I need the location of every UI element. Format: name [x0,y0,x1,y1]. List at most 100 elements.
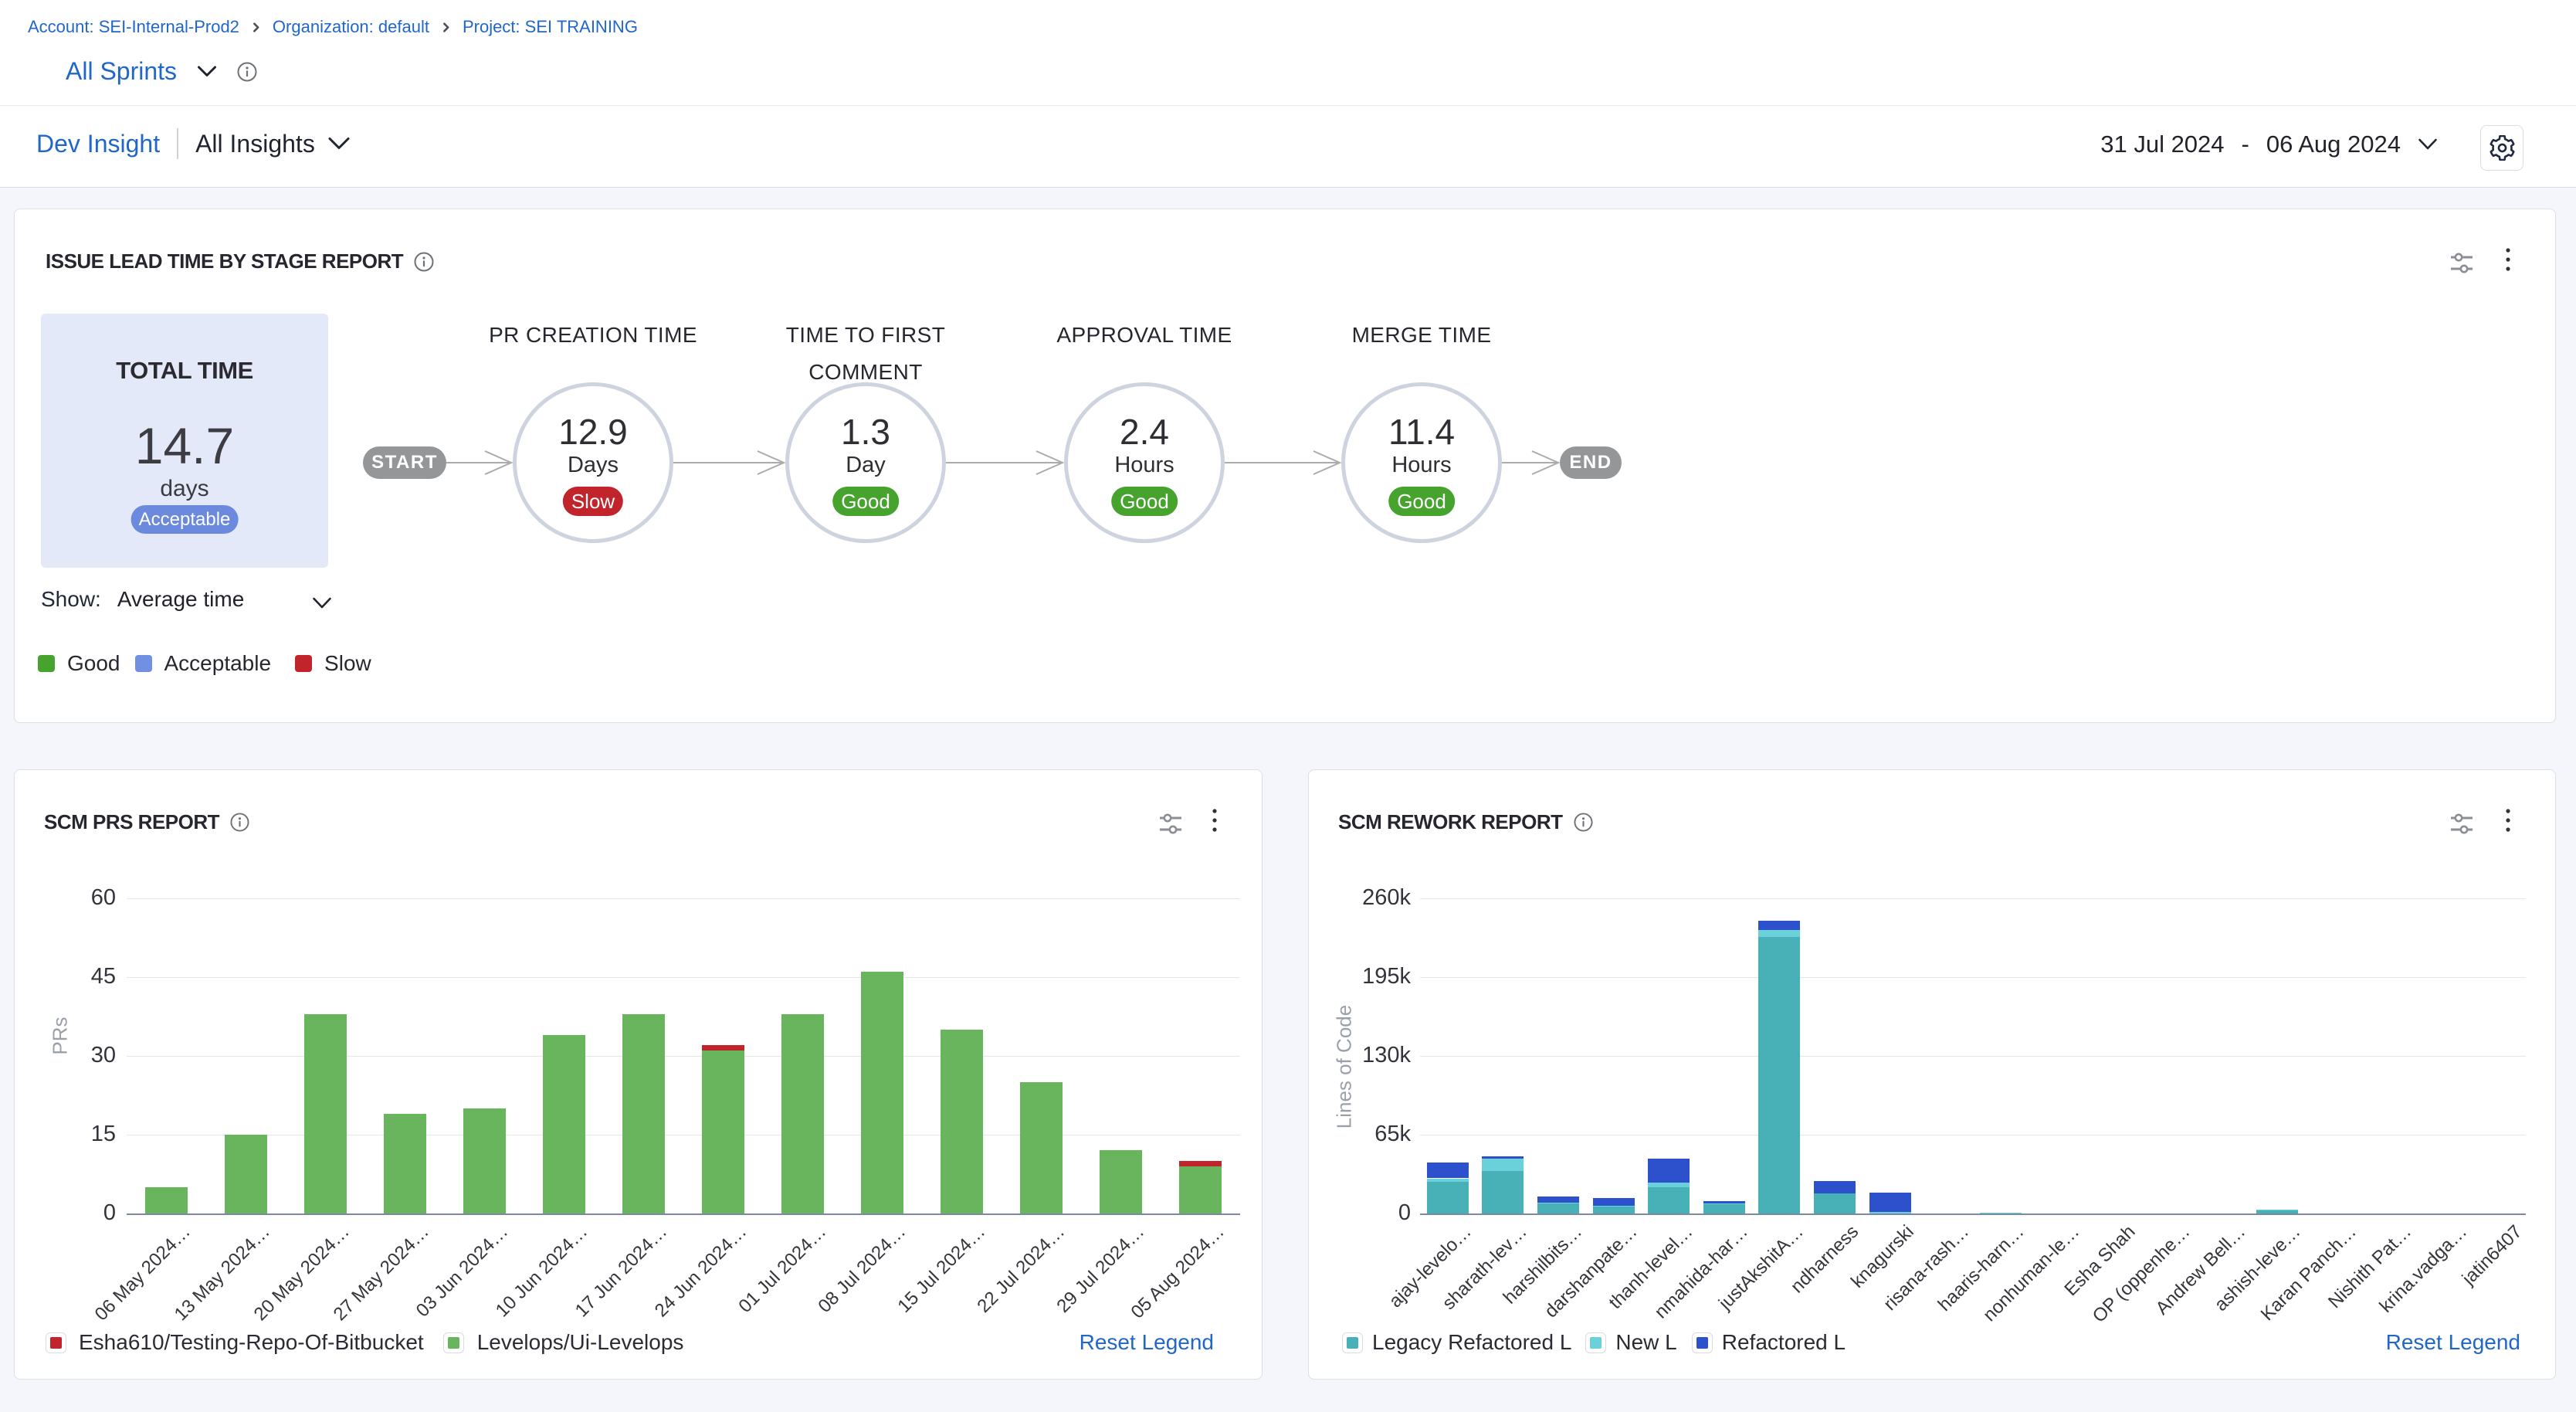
bar-segment-levelops-ui-levelops[interactable] [781,1014,824,1213]
bar-segment-levelops-ui-levelops[interactable] [225,1135,267,1213]
gear-icon [2490,135,2515,161]
scm-rework-card: SCM REWORK REPORT 065k130k195k260kLines … [1308,769,2556,1380]
bar-segment-levelops-ui-levelops[interactable] [861,972,903,1213]
stage-circle[interactable]: 1.3DayGood [785,382,946,543]
x-axis-line [127,1213,1240,1215]
bar-segment-levelops-ui-levelops[interactable] [702,1051,744,1213]
bar-segment-refactored-l[interactable] [1537,1196,1579,1203]
legend-label[interactable]: Good [67,651,120,676]
breadcrumb-project[interactable]: Project: SEI TRAINING [463,17,638,37]
gridline [127,1056,1240,1057]
stage-rating-badge: Slow [563,487,623,516]
total-time-value: 14.7 [41,416,328,475]
bar-segment-legacy-refactored-l[interactable] [1758,937,1800,1213]
legend-label[interactable]: Refactored L [1722,1330,1846,1355]
show-select[interactable]: Average time [117,587,244,612]
bar-segment-levelops-ui-levelops[interactable] [145,1187,188,1213]
stage-value: 11.4 [1345,411,1498,453]
legend-swatch-acceptable [135,655,152,672]
legend-key-new[interactable] [1585,1332,1606,1353]
bar-segment-esha610-testing-repo-of-bitbucket[interactable] [1179,1161,1222,1166]
legend-label[interactable]: Acceptable [164,651,272,676]
breadcrumb-separator-icon [440,22,452,33]
bar-segment-legacy-refactored-l[interactable] [1427,1182,1469,1213]
bar-segment-refactored-l[interactable] [1814,1181,1856,1194]
stage-circle[interactable]: 11.4HoursGood [1341,382,1502,543]
legend-label[interactable]: New L [1615,1330,1676,1355]
chevron-down-icon[interactable] [197,66,217,78]
y-axis-title: PRs [49,1017,73,1054]
bar-segment-levelops-ui-levelops[interactable] [384,1114,426,1213]
insight-link[interactable]: Dev Insight [36,130,160,158]
legend-swatch [448,1337,459,1349]
flow-end-pill: END [1560,446,1622,479]
bar-segment-levelops-ui-levelops[interactable] [1020,1082,1063,1213]
bar-segment-refactored-l[interactable] [1427,1163,1469,1178]
legend-label[interactable]: Esha610/Testing-Repo-Of-Bitbucket [79,1330,424,1355]
legend-label[interactable]: Slow [324,651,371,676]
bar-segment-legacy-refactored-l[interactable] [1703,1204,1745,1213]
chart-settings-icon[interactable] [2451,253,2473,277]
bar-segment-levelops-ui-levelops[interactable] [543,1035,585,1213]
bar-segment-legacy-refactored-l[interactable] [1482,1171,1524,1213]
settings-button[interactable] [2480,125,2523,171]
legend-key-legacy[interactable] [1342,1332,1363,1353]
date-range-selector[interactable]: 31 Jul 2024 - 06 Aug 2024 [2100,131,2438,158]
breadcrumb-organization[interactable]: Organization: default [273,17,429,37]
bar-segment-new-l[interactable] [1427,1179,1469,1183]
stage-circle[interactable]: 2.4HoursGood [1064,382,1225,543]
legend-key-levelops[interactable] [443,1332,464,1353]
y-axis-title: Lines of Code [1333,1005,1357,1129]
legend-label[interactable]: Levelops/Ui-Levelops [477,1330,684,1355]
x-axis-tick-label: nonhuman-le… [1979,1221,2084,1326]
y-axis-tick-label: 260k [1287,885,1411,911]
info-icon[interactable] [414,252,434,272]
legend-label[interactable]: Legacy Refactored L [1372,1330,1571,1355]
bar-segment-refactored-l[interactable] [1593,1198,1635,1206]
sprint-selector[interactable]: All Sprints [66,57,177,86]
bar-segment-levelops-ui-levelops[interactable] [1100,1150,1142,1213]
bar-segment-legacy-refactored-l[interactable] [1537,1203,1579,1213]
reset-legend-link[interactable]: Reset Legend [1080,1330,1214,1355]
bar-segment-refactored-l[interactable] [1758,921,1800,930]
date-range-separator: - [2242,131,2249,158]
bar-segment-levelops-ui-levelops[interactable] [622,1014,665,1213]
bar-segment-new-l[interactable] [1537,1203,1579,1204]
bar-segment-new-l[interactable] [1593,1206,1635,1207]
bar-segment-legacy-refactored-l[interactable] [1593,1207,1635,1213]
y-axis-tick-label: 195k [1287,964,1411,989]
info-icon[interactable] [237,62,257,82]
bar-segment-refactored-l[interactable] [1648,1159,1690,1183]
stage-value: 12.9 [517,411,669,453]
bar-segment-new-l[interactable] [1648,1183,1690,1187]
chevron-down-icon[interactable] [312,590,332,615]
insight-selector[interactable]: All Insights [195,130,351,158]
kebab-menu-icon[interactable] [2504,246,2512,277]
bar-segment-levelops-ui-levelops[interactable] [1179,1166,1222,1213]
bar-segment-levelops-ui-levelops[interactable] [941,1030,983,1213]
stage-circle[interactable]: 12.9DaysSlow [513,382,673,543]
legend-key-refactored[interactable] [1692,1332,1713,1353]
stage-value: 2.4 [1068,411,1221,453]
total-time-rating-badge: Acceptable [131,505,239,534]
legend-key-esha[interactable] [46,1332,66,1353]
bar-segment-refactored-l[interactable] [1869,1193,1911,1212]
bar-segment-refactored-l[interactable] [1482,1156,1524,1159]
chevron-down-icon [2418,138,2438,151]
stage-unit: Hours [1068,453,1221,478]
rework-chart-plot: 065k130k195k260kLines of Codeajay-levelo… [1309,770,2557,1380]
reset-legend-link[interactable]: Reset Legend [2386,1330,2520,1355]
bar-segment-esha610-testing-repo-of-bitbucket[interactable] [702,1045,744,1051]
bar-segment-levelops-ui-levelops[interactable] [304,1014,347,1213]
y-axis-tick-label: 15 [0,1122,116,1147]
bar-segment-legacy-refactored-l[interactable] [1814,1193,1856,1213]
x-axis-tick-label: OP (oppenhe… [2089,1221,2195,1327]
bar-segment-new-l[interactable] [1703,1203,1745,1205]
bar-segment-new-l[interactable] [1482,1159,1524,1171]
bar-segment-levelops-ui-levelops[interactable] [463,1108,506,1213]
bar-segment-new-l[interactable] [1758,930,1800,937]
stage-label: TIME TO FIRST COMMENT [734,317,997,391]
breadcrumb-account[interactable]: Account: SEI-Internal-Prod2 [28,17,239,37]
bar-segment-legacy-refactored-l[interactable] [1648,1187,1690,1213]
bar-segment-refactored-l[interactable] [1703,1201,1745,1203]
